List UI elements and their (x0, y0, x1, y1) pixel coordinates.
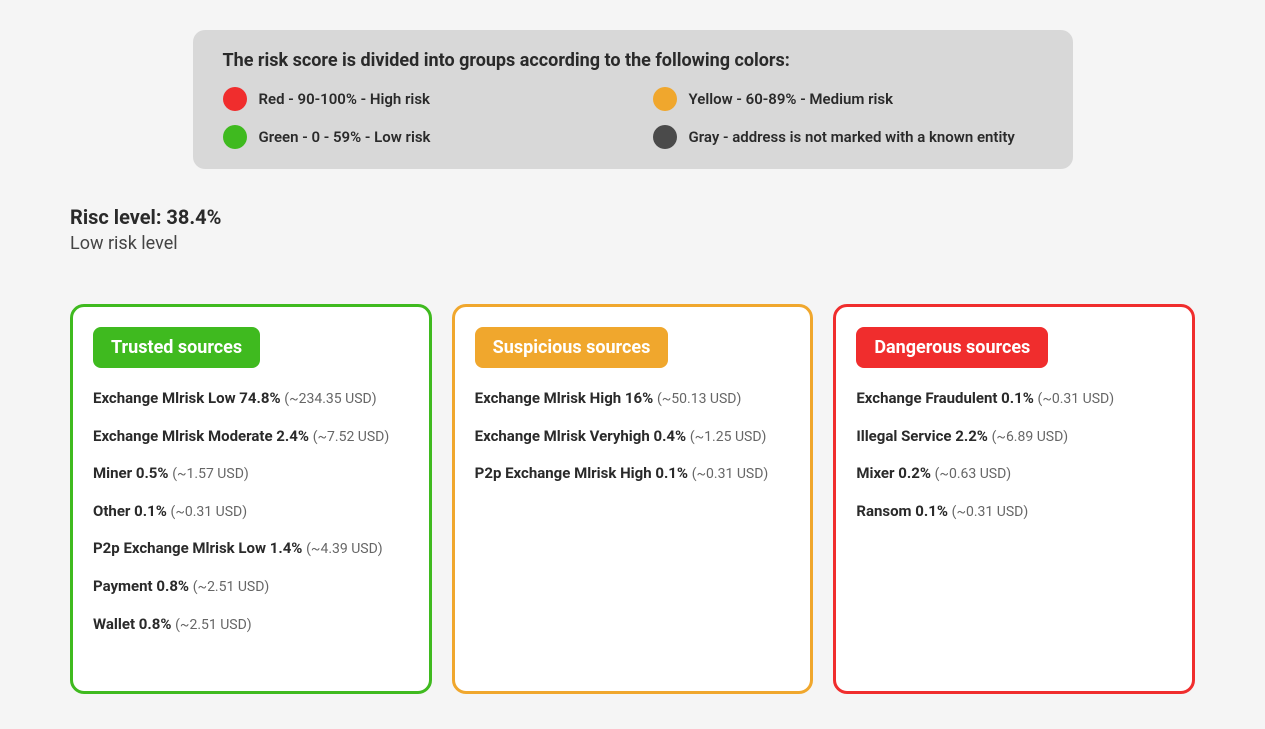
list-item: Exchange Mlrisk Veryhigh 0.4% (~1.25 USD… (475, 426, 791, 448)
list-item-main: Payment 0.8% (93, 577, 193, 595)
list-item-sub: (~50.13 USD) (657, 391, 741, 407)
list-item: Illegal Service 2.2% (~6.89 USD) (856, 426, 1172, 448)
green-dot-icon (223, 125, 247, 149)
trusted-sources-card: Trusted sources Exchange Mlrisk Low 74.8… (70, 304, 432, 694)
legend-item-yellow: Yellow - 60-89% - Medium risk (653, 87, 1043, 111)
list-item: Wallet 0.8% (~2.51 USD) (93, 614, 409, 636)
list-item-sub: (~0.31 USD) (692, 466, 769, 482)
suspicious-items-list: Exchange Mlrisk High 16% (~50.13 USD)Exc… (475, 388, 791, 485)
list-item-main: Mixer 0.2% (856, 464, 934, 482)
dangerous-sources-card: Dangerous sources Exchange Fraudulent 0.… (833, 304, 1195, 694)
legend-item-label: Gray - address is not marked with a know… (689, 128, 1015, 146)
red-dot-icon (223, 87, 247, 111)
list-item: Other 0.1% (~0.31 USD) (93, 501, 409, 523)
list-item: Exchange Mlrisk Low 74.8% (~234.35 USD) (93, 388, 409, 410)
list-item-main: Exchange Mlrisk Moderate 2.4% (93, 427, 313, 445)
list-item-main: P2p Exchange Mlrisk Low 1.4% (93, 539, 306, 557)
list-item-sub: (~1.57 USD) (172, 466, 249, 482)
legend-title: The risk score is divided into groups ac… (223, 50, 1043, 71)
legend-item-red: Red - 90-100% - High risk (223, 87, 613, 111)
list-item-main: Illegal Service 2.2% (856, 427, 991, 445)
legend-items: Red - 90-100% - High risk Yellow - 60-89… (223, 87, 1043, 149)
list-item: P2p Exchange Mlrisk Low 1.4% (~4.39 USD) (93, 538, 409, 560)
list-item-main: Exchange Mlrisk High 16% (475, 389, 657, 407)
list-item: P2p Exchange Mlrisk High 0.1% (~0.31 USD… (475, 463, 791, 485)
list-item-main: Ransom 0.1% (856, 502, 951, 520)
list-item: Exchange Fraudulent 0.1% (~0.31 USD) (856, 388, 1172, 410)
list-item-sub: (~1.25 USD) (690, 429, 767, 445)
suspicious-sources-card: Suspicious sources Exchange Mlrisk High … (452, 304, 814, 694)
legend-item-label: Green - 0 - 59% - Low risk (259, 128, 431, 146)
list-item-sub: (~2.51 USD) (175, 617, 252, 633)
list-item-main: Exchange Fraudulent 0.1% (856, 389, 1037, 407)
trusted-card-header: Trusted sources (93, 327, 260, 368)
list-item-sub: (~0.31 USD) (952, 504, 1029, 520)
list-item-sub: (~0.31 USD) (171, 504, 248, 520)
dangerous-items-list: Exchange Fraudulent 0.1% (~0.31 USD) Ille… (856, 388, 1172, 522)
list-item-sub: (~6.89 USD) (992, 429, 1069, 445)
list-item-main: Other 0.1% (93, 502, 171, 520)
legend-item-green: Green - 0 - 59% - Low risk (223, 125, 613, 149)
list-item-main: Wallet 0.8% (93, 615, 175, 633)
suspicious-card-header: Suspicious sources (475, 327, 669, 368)
gray-dot-icon (653, 125, 677, 149)
list-item: Exchange Mlrisk Moderate 2.4% (~7.52 USD… (93, 426, 409, 448)
list-item-sub: (~2.51 USD) (193, 579, 270, 595)
legend-item-gray: Gray - address is not marked with a know… (653, 125, 1043, 149)
list-item: Exchange Mlrisk High 16% (~50.13 USD) (475, 388, 791, 410)
list-item: Payment 0.8% (~2.51 USD) (93, 576, 409, 598)
list-item-sub: (~0.31 USD) (1038, 391, 1115, 407)
list-item-main: P2p Exchange Mlrisk High 0.1% (475, 464, 692, 482)
list-item: Ransom 0.1% (~0.31 USD) (856, 501, 1172, 523)
risk-level-block: Risc level: 38.4% Low risk level (70, 205, 1195, 254)
legend-box: The risk score is divided into groups ac… (193, 30, 1073, 169)
list-item-sub: (~234.35 USD) (284, 391, 376, 407)
risk-level-label: Low risk level (70, 233, 1195, 254)
list-item: Mixer 0.2% (~0.63 USD) (856, 463, 1172, 485)
list-item-sub: (~7.52 USD) (313, 429, 390, 445)
list-item-main: Exchange Mlrisk Low 74.8% (93, 389, 284, 407)
dangerous-card-header: Dangerous sources (856, 327, 1048, 368)
legend-item-label: Yellow - 60-89% - Medium risk (689, 90, 894, 108)
trusted-items-list: Exchange Mlrisk Low 74.8% (~234.35 USD)E… (93, 388, 409, 635)
yellow-dot-icon (653, 87, 677, 111)
list-item-main: Miner 0.5% (93, 464, 172, 482)
legend-item-label: Red - 90-100% - High risk (259, 90, 430, 108)
cards-row: Trusted sources Exchange Mlrisk Low 74.8… (70, 304, 1195, 694)
list-item-sub: (~0.63 USD) (935, 466, 1012, 482)
list-item-sub: (~4.39 USD) (306, 541, 383, 557)
risk-level-value: Risc level: 38.4% (70, 205, 1195, 229)
list-item-main: Exchange Mlrisk Veryhigh 0.4% (475, 427, 690, 445)
list-item: Miner 0.5% (~1.57 USD) (93, 463, 409, 485)
